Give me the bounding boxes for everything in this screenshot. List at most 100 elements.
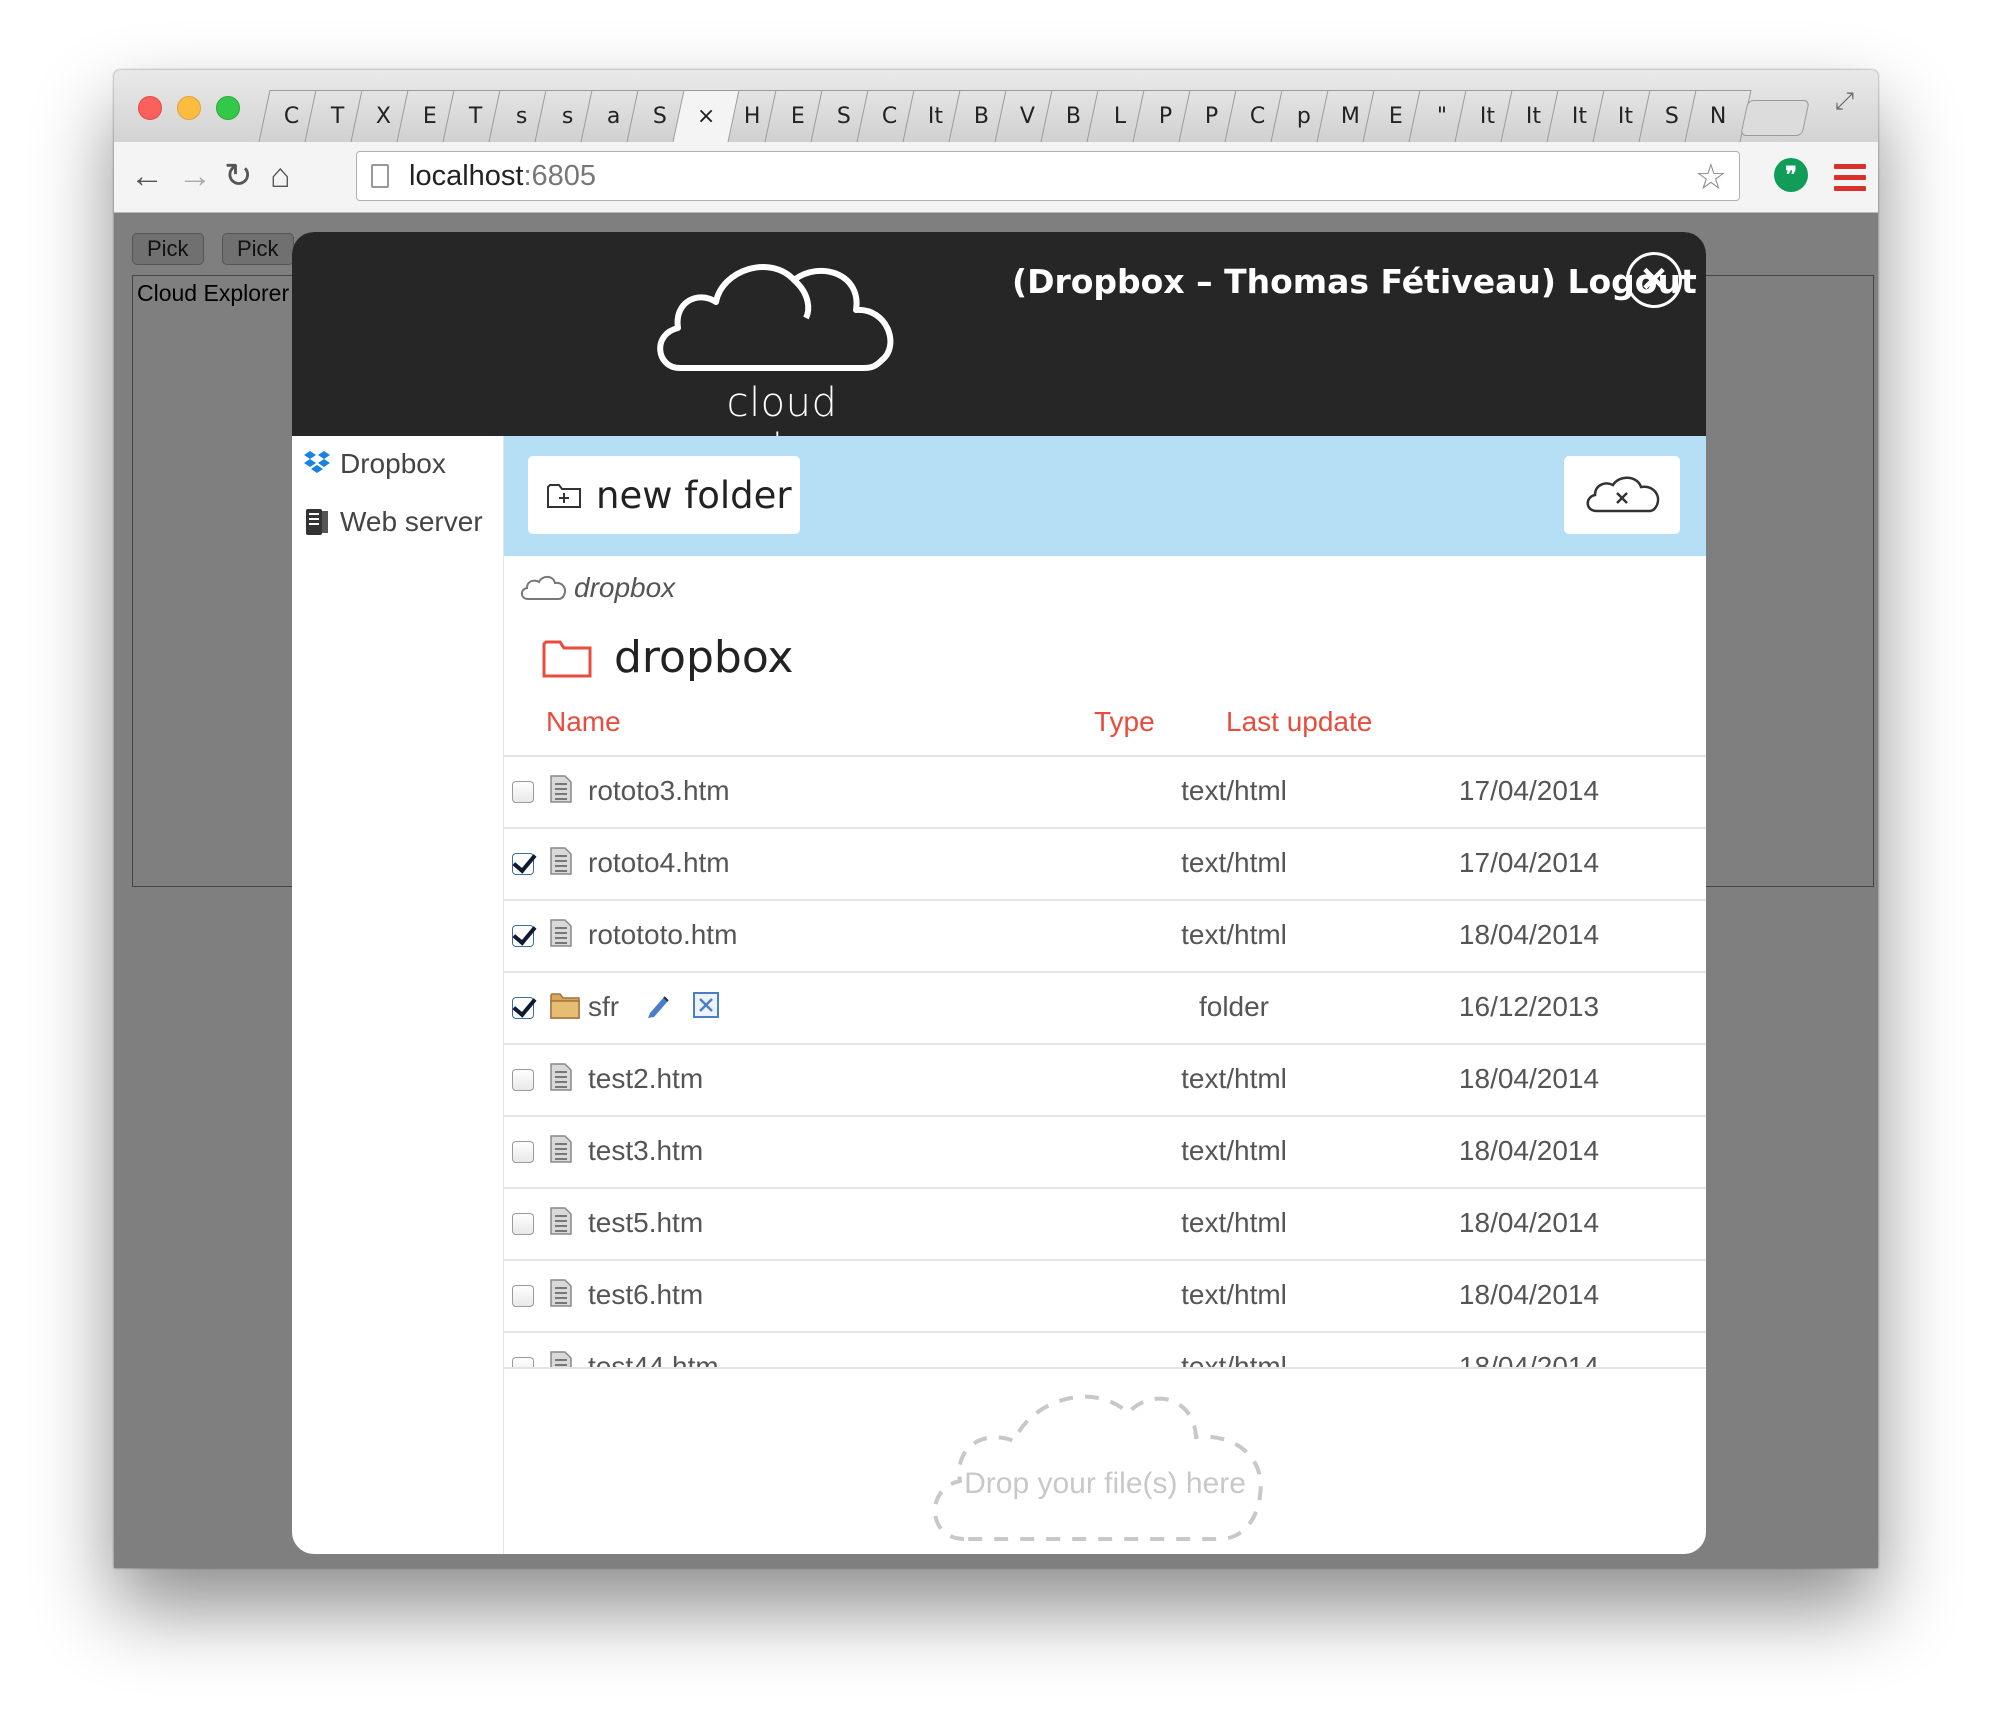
file-name[interactable]: rotototo.htm xyxy=(588,919,737,951)
browser-tab-label: It xyxy=(1618,104,1634,129)
file-row[interactable]: test2.htm text/html 18/04/2014 xyxy=(504,1045,1706,1117)
logout-cloud-button[interactable] xyxy=(1564,456,1680,534)
browser-tab-label: N xyxy=(1709,104,1727,129)
browser-tab-label: It xyxy=(1480,104,1496,129)
row-checkbox[interactable] xyxy=(512,997,534,1019)
service-web-server[interactable]: Web server xyxy=(302,506,483,538)
file-type: text/html xyxy=(1181,1135,1287,1166)
reload-icon[interactable]: ↻ xyxy=(224,154,253,198)
services-sidebar: Dropbox Web server xyxy=(292,436,504,1554)
browser-tab[interactable]: × xyxy=(672,90,740,142)
browser-tab-label: H xyxy=(743,104,761,129)
title-bar: C T X E Ts s a S × H E S C It B V B L P P Cp M E " It It It It S N ⤢ xyxy=(114,70,1878,142)
file-row[interactable]: test44.htm text/html 18/04/2014 xyxy=(504,1333,1706,1369)
browser-tab-label: M xyxy=(1340,104,1360,129)
file-name[interactable]: test6.htm xyxy=(588,1279,703,1311)
file-row[interactable]: rototo4.htm text/html 17/04/2014 xyxy=(504,829,1706,901)
file-row[interactable]: sfr folder 16/12/2013 xyxy=(504,973,1706,1045)
textarea-text: Cloud Explorer xyxy=(137,280,290,306)
file-name[interactable]: test3.htm xyxy=(588,1135,703,1167)
menu-icon[interactable] xyxy=(1834,164,1866,197)
file-type: text/html xyxy=(1181,919,1287,950)
browser-tab-label: × xyxy=(696,104,716,129)
browser-tab-label: B xyxy=(974,104,990,129)
file-row[interactable]: rotototo.htm text/html 18/04/2014 xyxy=(504,901,1706,973)
row-checkbox[interactable] xyxy=(512,1141,534,1163)
account-logout-link[interactable]: (Dropbox – Thomas Fétiveau) Logout xyxy=(1012,262,1697,301)
file-date: 18/04/2014 xyxy=(1458,1351,1600,1369)
close-dialog-button[interactable]: ✕ xyxy=(1626,252,1682,308)
rename-icon[interactable] xyxy=(644,991,672,1019)
file-row[interactable]: test6.htm text/html 18/04/2014 xyxy=(504,1261,1706,1333)
pick-button-2[interactable]: Pick xyxy=(222,233,294,265)
fullscreen-icon[interactable]: ⤢ xyxy=(1835,88,1854,116)
browser-tab-label: T xyxy=(331,104,345,129)
file-date: 18/04/2014 xyxy=(1458,1135,1600,1166)
action-bar: new folder xyxy=(504,436,1706,556)
forward-icon[interactable]: → xyxy=(178,154,212,198)
file-date: 17/04/2014 xyxy=(1458,847,1600,878)
maximize-window-button[interactable] xyxy=(216,96,240,120)
column-header-name[interactable]: Name xyxy=(546,706,621,738)
file-row[interactable]: test5.htm text/html 18/04/2014 xyxy=(504,1189,1706,1261)
browser-tab-label: It xyxy=(928,104,944,129)
file-name[interactable]: rototo3.htm xyxy=(588,775,730,807)
folder-icon xyxy=(542,640,592,677)
dialog-header: cloud explorer (Dropbox – Thomas Fétivea… xyxy=(292,232,1706,472)
browser-tab-label: s xyxy=(562,104,574,129)
cloud-logout-icon xyxy=(1586,476,1660,513)
file-icon xyxy=(550,1207,572,1235)
dropbox-icon xyxy=(302,449,332,479)
service-dropbox[interactable]: Dropbox xyxy=(302,448,446,480)
new-folder-button[interactable]: new folder xyxy=(528,456,800,534)
row-checkbox[interactable] xyxy=(512,1285,534,1307)
row-checkbox[interactable] xyxy=(512,925,534,947)
server-icon xyxy=(302,507,332,537)
file-icon xyxy=(550,1279,572,1307)
new-folder-icon xyxy=(546,481,582,509)
file-row[interactable]: test3.htm text/html 18/04/2014 xyxy=(504,1117,1706,1189)
delete-icon[interactable] xyxy=(692,991,720,1019)
minimize-window-button[interactable] xyxy=(177,96,201,120)
browser-tab-label: S xyxy=(1664,104,1679,129)
browser-tab-label: C xyxy=(284,104,300,129)
home-icon[interactable]: ⌂ xyxy=(270,154,291,198)
cloud-explorer-logo: cloud explorer xyxy=(650,250,914,472)
file-name[interactable]: test5.htm xyxy=(588,1207,703,1239)
folder-icon xyxy=(550,991,580,1019)
file-icon xyxy=(550,847,572,875)
address-bar[interactable]: localhost:6805 ☆ xyxy=(356,151,1740,201)
file-row[interactable]: rototo3.htm text/html 17/04/2014 xyxy=(504,757,1706,829)
file-name[interactable]: test44.htm xyxy=(588,1351,719,1367)
browser-tab-label: p xyxy=(1296,104,1311,129)
file-list: rototo3.htm text/html 17/04/2014 rototo4.ht… xyxy=(504,755,1706,1369)
row-checkbox[interactable] xyxy=(512,1069,534,1091)
back-icon[interactable]: ← xyxy=(130,154,164,198)
browser-tab-label: S xyxy=(652,104,667,129)
file-name[interactable]: test2.htm xyxy=(588,1063,703,1095)
column-header-type[interactable]: Type xyxy=(1094,706,1155,738)
row-checkbox[interactable] xyxy=(512,1213,534,1235)
file-name[interactable]: sfr xyxy=(588,991,619,1023)
new-tab-button[interactable] xyxy=(1740,100,1810,136)
file-type: folder xyxy=(1198,991,1270,1022)
file-type: text/html xyxy=(1181,847,1287,878)
row-checkbox[interactable] xyxy=(512,853,534,875)
row-checkbox[interactable] xyxy=(512,781,534,803)
service-label-web-server: Web server xyxy=(340,506,483,537)
row-checkbox[interactable] xyxy=(512,1357,534,1367)
browser-tab-label: C xyxy=(1250,104,1266,129)
file-icon xyxy=(550,1063,572,1091)
browser-toolbar: ← → ↻ ⌂ localhost:6805 ☆ ❞ xyxy=(114,142,1878,213)
hangouts-icon[interactable]: ❞ xyxy=(1774,158,1808,192)
close-window-button[interactable] xyxy=(138,96,162,120)
folder-title: dropbox xyxy=(614,632,794,683)
drop-zone[interactable]: Drop your file(s) here xyxy=(504,1369,1706,1554)
browser-tab-label: T xyxy=(469,104,483,129)
url-text: localhost:6805 xyxy=(409,159,597,192)
bookmark-star-icon[interactable]: ☆ xyxy=(1695,156,1727,198)
file-name[interactable]: rototo4.htm xyxy=(588,847,730,879)
pick-button[interactable]: Pick xyxy=(132,233,204,265)
breadcrumb-item[interactable]: dropbox xyxy=(574,572,675,604)
column-header-last-update[interactable]: Last update xyxy=(1226,706,1372,738)
